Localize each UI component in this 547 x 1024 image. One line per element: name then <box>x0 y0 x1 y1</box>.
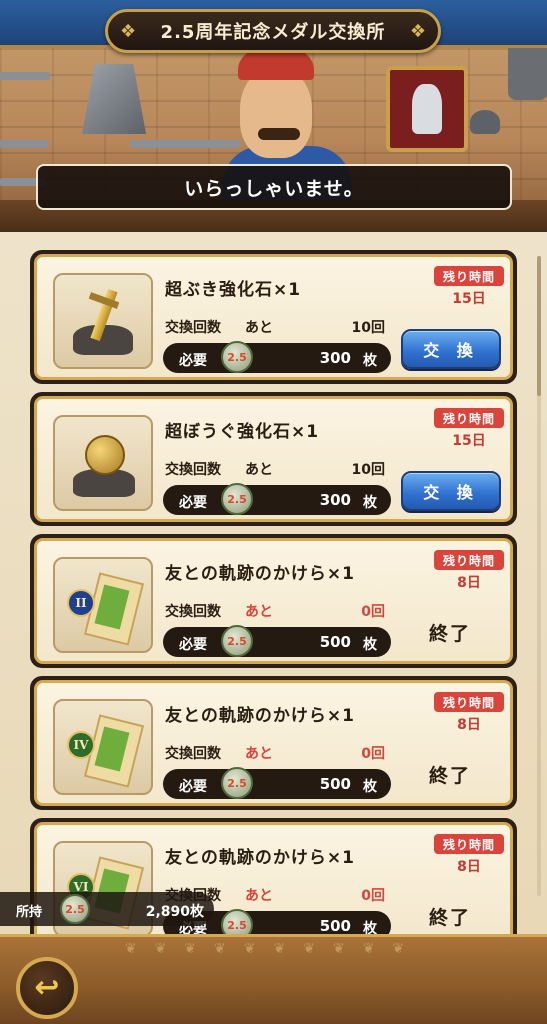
exchange-count-label: 交換回数 <box>165 320 221 336</box>
sword-decoration <box>0 72 50 80</box>
anniversary-medal-icon: 2.5 <box>221 341 253 373</box>
remaining-label: あと <box>245 746 273 762</box>
finished-label: 終了 <box>429 907 472 929</box>
exchange-count-label: 交換回数 <box>165 746 221 762</box>
exchange-count-row: 交換回数 あと 10回 <box>165 317 385 337</box>
ornament-icon: ❖ <box>409 21 426 42</box>
cost-unit: 枚 <box>363 637 377 653</box>
fragment-scroll-II-icon: II <box>53 557 153 653</box>
remaining-label: あと <box>245 888 273 904</box>
list-item: 超ぶき強化石×1 残り時間 15日 交換回数 あと 10回 必要 2.5 300… <box>30 250 517 384</box>
shield-decoration <box>508 40 547 100</box>
exchange-count-value: 10回 <box>351 320 385 336</box>
required-label: 必要 <box>179 637 207 653</box>
exchange-count-value: 0回 <box>361 746 385 762</box>
item-name: 友との軌跡のかけら×1 <box>165 848 355 868</box>
remaining-label: あと <box>245 604 273 620</box>
list-item: VI 友との軌跡のかけら×1 残り時間 8日 交換回数 あと 0回 必要 2.5… <box>30 818 517 952</box>
exchange-count-value: 10回 <box>351 462 385 478</box>
remaining-label: あと <box>245 320 273 336</box>
owned-medals-bar: 所持 2.5 2,890枚 <box>0 892 214 926</box>
remaining-time-value: 15日 <box>452 291 486 307</box>
back-button[interactable]: ↩ <box>16 957 78 1019</box>
exchange-count-row: 交換回数 あと 0回 <box>165 743 385 763</box>
item-name: 超ぶき強化石×1 <box>165 280 302 300</box>
owned-label: 所持 <box>16 905 43 920</box>
cost-unit: 枚 <box>363 779 377 795</box>
required-label: 必要 <box>179 779 207 795</box>
cost-value: 300 <box>319 349 351 367</box>
sword-decoration <box>0 140 48 148</box>
remaining-time-label: 残り時間 <box>434 408 504 428</box>
helmet-decoration <box>470 110 500 134</box>
remaining-label: あと <box>245 462 273 478</box>
fragment-scroll-IV-icon: IV <box>53 699 153 795</box>
axe-decoration <box>82 64 146 134</box>
exchange-button[interactable]: 交 換 <box>401 329 501 369</box>
remaining-time-value: 15日 <box>452 433 486 449</box>
cost-unit: 枚 <box>363 495 377 511</box>
remaining-time-label: 残り時間 <box>434 692 504 712</box>
cost-bar: 必要 2.5 300 枚 <box>163 483 391 515</box>
scrollbar-thumb[interactable] <box>537 256 541 396</box>
finished-label: 終了 <box>429 623 472 645</box>
anniversary-medal-icon: 2.5 <box>60 894 90 924</box>
shop-scene: ❖ 2.5周年記念メダル交換所 ❖ いらっしゃいませ。 <box>0 0 547 232</box>
exchange-count-row: 交換回数 あと 0回 <box>165 601 385 621</box>
anniversary-medal-icon: 2.5 <box>221 483 253 515</box>
title-plate: ❖ 2.5周年記念メダル交換所 ❖ <box>105 9 441 53</box>
exchange-count-label: 交換回数 <box>165 462 221 478</box>
anniversary-medal-icon: 2.5 <box>221 625 253 657</box>
cost-unit: 枚 <box>363 353 377 369</box>
sword-stone-icon <box>53 273 153 369</box>
anniversary-medal-icon: 2.5 <box>221 767 253 799</box>
exchange-count-label: 交換回数 <box>165 604 221 620</box>
required-label: 必要 <box>179 353 207 369</box>
cost-value: 300 <box>319 491 351 509</box>
cost-bar: 必要 2.5 300 枚 <box>163 341 391 373</box>
bottom-bar: ❦❦❦❦❦❦❦❦❦❦ ↩ <box>0 934 547 1024</box>
item-name: 友との軌跡のかけら×1 <box>165 564 355 584</box>
cost-value: 500 <box>319 917 351 935</box>
remaining-time-value: 8日 <box>457 575 481 591</box>
ornament-icon: ❖ <box>120 21 137 42</box>
list-item: 超ぼうぐ強化石×1 残り時間 15日 交換回数 あと 10回 必要 2.5 30… <box>30 392 517 526</box>
knight-crest-decoration <box>386 66 468 152</box>
cost-bar: 必要 2.5 500 枚 <box>163 625 391 657</box>
armor-orb-stone-icon <box>53 415 153 511</box>
item-name: 超ぼうぐ強化石×1 <box>165 422 320 442</box>
remaining-time-value: 8日 <box>457 717 481 733</box>
exchange-count-value: 0回 <box>361 604 385 620</box>
page-title: 2.5周年記念メダル交換所 <box>160 22 386 43</box>
list-item: II 友との軌跡のかけら×1 残り時間 8日 交換回数 あと 0回 必要 2.5… <box>30 534 517 668</box>
cost-bar: 必要 2.5 500 枚 <box>163 767 391 799</box>
cost-value: 500 <box>319 775 351 793</box>
exchange-count-value: 0回 <box>361 888 385 904</box>
rank-badge: IV <box>67 731 95 759</box>
finished-label: 終了 <box>429 765 472 787</box>
remaining-time-label: 残り時間 <box>434 550 504 570</box>
cost-value: 500 <box>319 633 351 651</box>
owned-value: 2,890枚 <box>145 904 204 920</box>
ornament-border: ❦❦❦❦❦❦❦❦❦❦ <box>124 941 423 957</box>
remaining-time-value: 8日 <box>457 859 481 875</box>
list-item: IV 友との軌跡のかけら×1 残り時間 8日 交換回数 あと 0回 必要 2.5… <box>30 676 517 810</box>
rank-badge: II <box>67 589 95 617</box>
item-name: 友との軌跡のかけら×1 <box>165 706 355 726</box>
back-arrow-icon: ↩ <box>34 970 60 1005</box>
exchange-count-row: 交換回数 あと 10回 <box>165 459 385 479</box>
exchange-button[interactable]: 交 換 <box>401 471 501 511</box>
remaining-time-label: 残り時間 <box>434 266 504 286</box>
remaining-time-label: 残り時間 <box>434 834 504 854</box>
required-label: 必要 <box>179 495 207 511</box>
greeting-text: いらっしゃいませ。 <box>184 177 364 200</box>
greeting-dialog: いらっしゃいませ。 <box>36 164 512 210</box>
